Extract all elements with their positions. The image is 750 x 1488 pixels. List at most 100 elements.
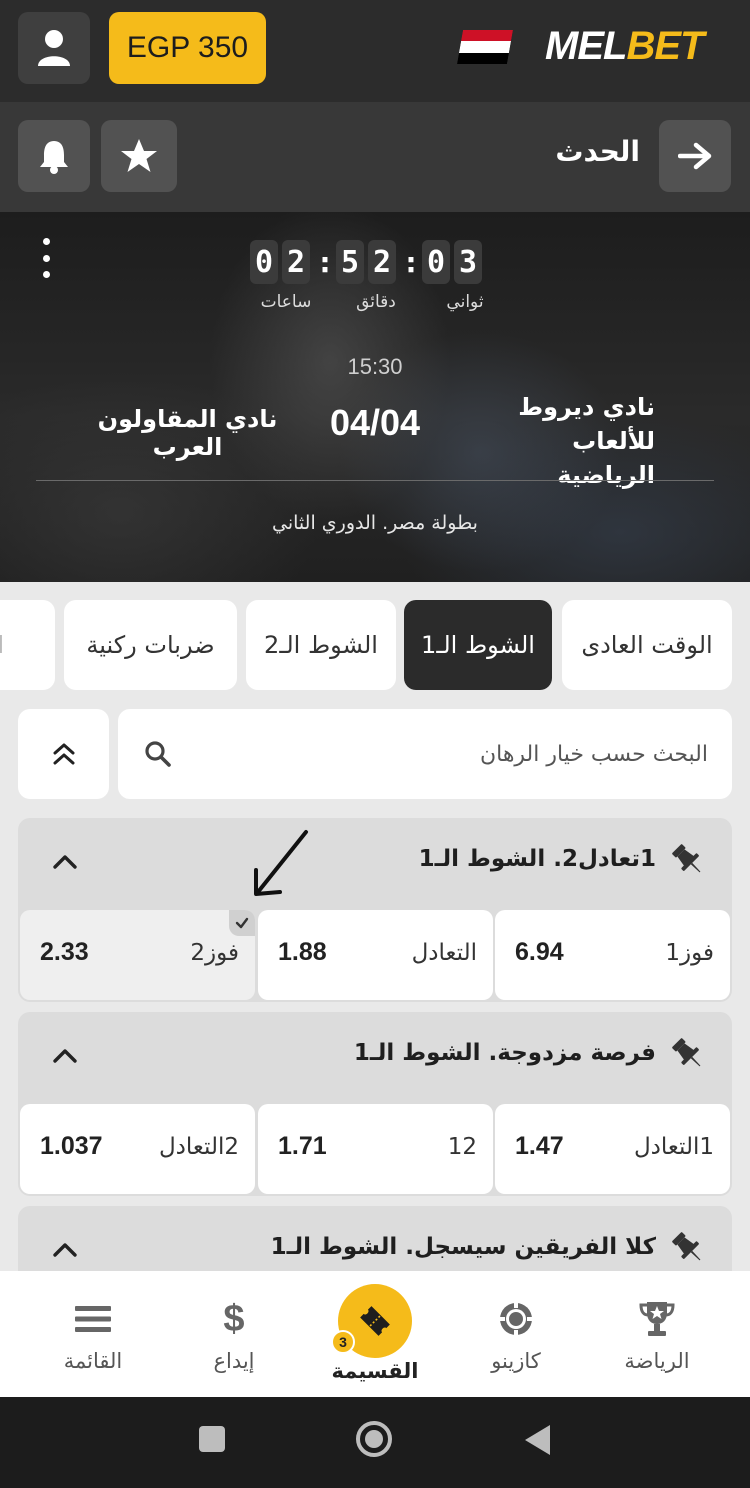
countdown-timer: 0 2 : 5 2 : 0 3 <box>250 240 486 284</box>
bell-icon <box>40 141 68 174</box>
pin-icon[interactable] <box>668 1034 708 1074</box>
countdown-digit: 3 <box>454 240 482 284</box>
odd-button[interactable]: التعادل 1.88 <box>258 910 493 1000</box>
market-1x2-first-half: 1تعادل2. الشوط الـ1 فوز1 6.94 التعادل 1.… <box>18 818 732 1002</box>
flag-stripe-black <box>457 52 510 64</box>
odd-button[interactable]: فوز1 6.94 <box>495 910 730 1000</box>
tab-partial[interactable]: ال <box>0 600 55 690</box>
pin-icon[interactable] <box>668 1228 708 1268</box>
hours-label: ساعات <box>260 292 312 312</box>
coupon-count-badge: 3 <box>331 1330 355 1354</box>
dollar-icon: $ <box>223 1297 245 1340</box>
seconds-label: ثواني <box>446 292 484 312</box>
period-tabs: الوقت العادى الشوط الـ1 الشوط الـ2 ضربات… <box>0 582 750 710</box>
notifications-button[interactable] <box>18 120 90 192</box>
egypt-flag-icon[interactable] <box>457 30 513 64</box>
top-header: EGP 350 MELBET <box>0 0 750 102</box>
countdown-separator: : <box>319 245 331 279</box>
dot <box>42 254 50 262</box>
system-navigation-bar <box>0 1397 750 1488</box>
nav-coupon-label: القسيمة <box>331 1359 419 1383</box>
countdown-digit: 2 <box>368 240 396 284</box>
odd-label: فوز2 <box>190 940 239 966</box>
match-time: 15:30 <box>347 354 403 379</box>
odd-value: 6.94 <box>515 938 564 966</box>
dot <box>42 271 50 278</box>
melbet-logo[interactable]: MELBET <box>545 24 704 69</box>
market-title: كلا الفريقين سيسجل. الشوط الـ1 <box>270 1234 656 1260</box>
odd-label: 12 <box>447 1134 477 1160</box>
recent-apps-icon[interactable] <box>198 1425 226 1453</box>
event-subheader: الحدث <box>0 102 750 212</box>
odd-label: 2التعادل <box>158 1134 239 1160</box>
odd-button-selected[interactable]: فوز2 2.33 <box>20 910 255 1000</box>
nav-menu[interactable]: القائمة <box>18 1271 168 1397</box>
home-team-line-2: الرياضية <box>557 461 655 489</box>
hamburger-menu-icon <box>74 1299 112 1339</box>
user-account-button[interactable] <box>18 12 90 84</box>
nav-sports-label: الرياضة <box>624 1349 690 1373</box>
annotation-arrow-icon <box>254 830 308 896</box>
logo-part-1: MEL <box>545 24 627 68</box>
tab-second-half[interactable]: الشوط الـ2 <box>246 600 396 690</box>
search-icon[interactable] <box>144 740 172 768</box>
more-options-icon[interactable] <box>36 238 56 278</box>
countdown-digit: 2 <box>282 240 310 284</box>
odd-button[interactable]: 1التعادل 1.47 <box>495 1104 730 1194</box>
nav-casino[interactable]: كازينو <box>441 1271 591 1397</box>
countdown-digit: 5 <box>336 240 364 284</box>
trophy-icon <box>637 1299 677 1339</box>
tab-first-half[interactable]: الشوط الـ1 <box>404 600 552 690</box>
ticket-icon <box>360 1306 390 1336</box>
home-circle-icon[interactable] <box>354 1419 394 1459</box>
user-icon <box>38 30 70 66</box>
away-team-name: نادي المقاولون العرب <box>97 405 278 461</box>
search-bar <box>118 709 732 799</box>
bottom-navigation: الرياضة كازينو 3 القسيمة $ إيداع القائمة <box>0 1271 750 1397</box>
flag-stripe-white <box>459 41 512 53</box>
market-title: 1تعادل2. الشوط الـ1 <box>418 846 656 872</box>
home-team-name: نادي ديروط للألعاب الرياضية <box>455 390 655 492</box>
match-score: 04/04 <box>329 402 421 443</box>
odd-button[interactable]: 2التعادل 1.037 <box>20 1104 255 1194</box>
market-double-chance-first-half: فرصة مزدوجة. الشوط الـ1 1التعادل 1.47 12… <box>18 1012 732 1196</box>
back-triangle-icon[interactable] <box>522 1423 552 1457</box>
back-button[interactable] <box>659 120 731 192</box>
chevron-up-icon[interactable] <box>52 852 78 870</box>
collapse-all-button[interactable] <box>18 709 109 799</box>
minutes-label: دقائق <box>356 292 396 312</box>
chevron-up-icon[interactable] <box>52 1046 78 1064</box>
market-title: فرصة مزدوجة. الشوط الـ1 <box>353 1040 656 1066</box>
nav-deposit-label: إيداع <box>213 1349 255 1373</box>
chevron-up-icon[interactable] <box>52 1240 78 1258</box>
odd-value: 1.037 <box>40 1132 103 1160</box>
market-header[interactable]: 1تعادل2. الشوط الـ1 <box>18 818 732 910</box>
event-title: الحدث <box>555 135 640 168</box>
odd-label: التعادل <box>411 940 477 966</box>
search-input[interactable] <box>228 709 708 799</box>
logo-part-2: BET <box>626 24 704 68</box>
odd-value: 1.47 <box>515 1132 564 1160</box>
arrow-right-icon <box>678 142 712 170</box>
double-chevron-up-icon <box>53 743 74 765</box>
favorite-button[interactable] <box>101 120 177 192</box>
odd-value: 2.33 <box>40 938 89 966</box>
tab-regular-time[interactable]: الوقت العادى <box>562 600 732 690</box>
league-name: بطولة مصر. الدوري الثاني <box>272 512 478 534</box>
countdown-digit: 0 <box>422 240 450 284</box>
odd-label: 1التعادل <box>633 1134 714 1160</box>
balance-button[interactable]: EGP 350 <box>109 12 266 84</box>
tab-corners[interactable]: ضربات ركنية <box>64 600 237 690</box>
nav-sports[interactable]: الرياضة <box>582 1271 732 1397</box>
nav-casino-label: كازينو <box>491 1349 541 1373</box>
flag-stripe-red <box>461 30 513 42</box>
nav-menu-label: القائمة <box>63 1349 123 1373</box>
dot <box>42 238 50 245</box>
divider <box>36 480 714 481</box>
market-header[interactable]: فرصة مزدوجة. الشوط الـ1 <box>18 1012 732 1104</box>
odd-button[interactable]: 12 1.71 <box>258 1104 493 1194</box>
nav-deposit[interactable]: $ إيداع <box>159 1271 309 1397</box>
countdown-digit: 0 <box>250 240 278 284</box>
match-hero: 0 2 : 5 2 : 0 3 ساعات دقائق ثواني 15:30 … <box>0 212 750 582</box>
pin-icon[interactable] <box>668 840 708 880</box>
